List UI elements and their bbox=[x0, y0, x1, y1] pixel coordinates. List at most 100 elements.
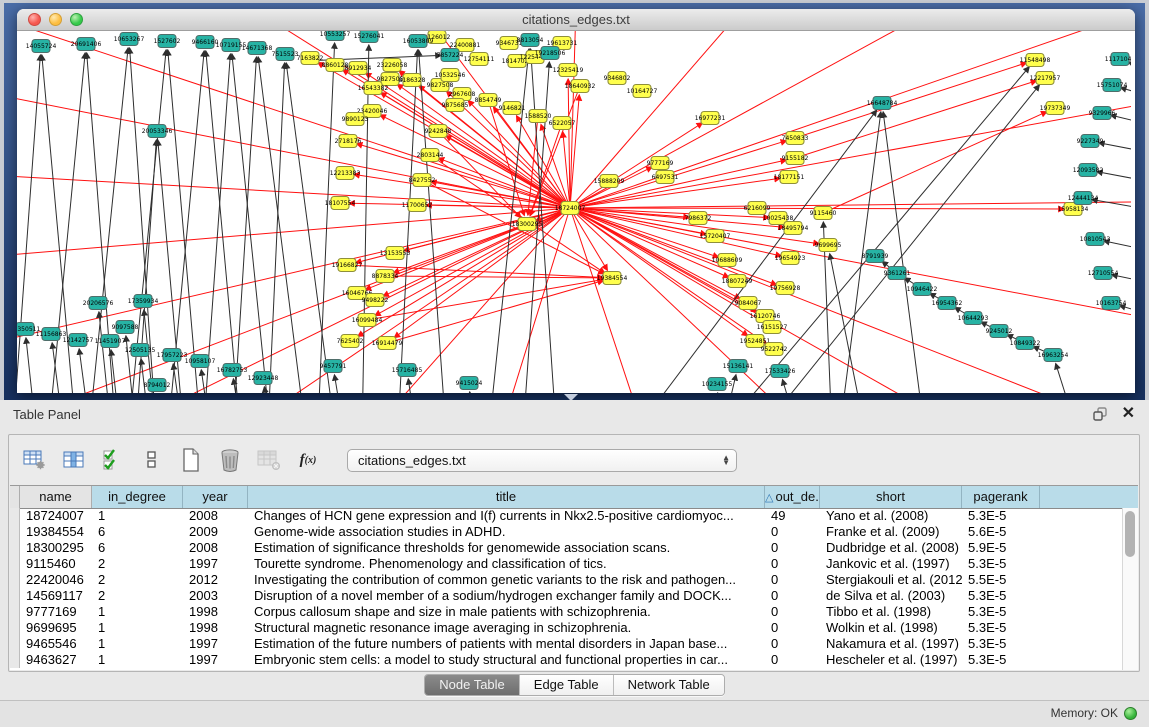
column-header-name[interactable]: name bbox=[20, 486, 92, 508]
table-cell-short[interactable]: Franke et al. (2009) bbox=[820, 524, 962, 540]
graph-edge[interactable] bbox=[570, 208, 777, 285]
graph-edge[interactable] bbox=[232, 57, 256, 393]
graph-node[interactable]: 6522057 bbox=[549, 117, 576, 130]
graph-node[interactable]: 15276041 bbox=[354, 31, 385, 43]
table-cell-out_degree[interactable]: 0 bbox=[765, 588, 820, 604]
graph-node[interactable]: 11451907 bbox=[95, 335, 126, 348]
tab-edge-table[interactable]: Edge Table bbox=[520, 675, 614, 695]
float-panel-icon[interactable] bbox=[1093, 407, 1108, 421]
graph-node[interactable]: 19654923 bbox=[775, 252, 806, 265]
table-cell-pagerank[interactable]: 5.3E-5 bbox=[962, 652, 1040, 668]
graph-node[interactable]: 9699695 bbox=[815, 239, 842, 252]
graph-node[interactable]: 9777169 bbox=[647, 157, 674, 170]
table-cell-year[interactable]: 2009 bbox=[183, 524, 248, 540]
column-header-pagerank[interactable]: pagerank bbox=[962, 486, 1040, 508]
graph-node[interactable]: 11171044 bbox=[1105, 53, 1131, 66]
table-cell-out_degree[interactable]: 49 bbox=[765, 508, 820, 524]
table-row[interactable]: 911546021997Tourette syndrome. Phenomeno… bbox=[10, 556, 1138, 572]
column-header-out_degree[interactable]: △out_de... bbox=[765, 486, 820, 508]
graph-edge[interactable] bbox=[795, 81, 1036, 158]
table-cell-year[interactable]: 2008 bbox=[183, 540, 248, 556]
table-cell-in_degree[interactable]: 2 bbox=[92, 572, 183, 588]
graph-node[interactable]: 8854749 bbox=[475, 94, 502, 107]
graph-edge[interactable] bbox=[17, 55, 40, 393]
tab-network-table[interactable]: Network Table bbox=[614, 675, 724, 695]
graph-node[interactable]: 16914479 bbox=[372, 337, 403, 350]
table-cell-short[interactable]: Yano et al. (2008) bbox=[820, 508, 962, 524]
table-cell-title[interactable]: Investigating the contribution of common… bbox=[248, 572, 765, 588]
network-view-window[interactable]: citations_edges.txt 18724007193845541830… bbox=[17, 9, 1135, 393]
window-titlebar[interactable]: citations_edges.txt bbox=[17, 9, 1135, 31]
graph-node[interactable]: 10163754 bbox=[1096, 297, 1127, 310]
network-graph[interactable]: 1872400719384554183002957163822886012889… bbox=[17, 31, 1131, 393]
table-cell-in_degree[interactable]: 1 bbox=[92, 652, 183, 668]
table-cell-pagerank[interactable]: 5.3E-5 bbox=[962, 604, 1040, 620]
graph-edge[interactable] bbox=[17, 208, 570, 261]
table-cell-year[interactable]: 2012 bbox=[183, 572, 248, 588]
graph-node[interactable]: 11548498 bbox=[1020, 54, 1051, 67]
graph-edge[interactable] bbox=[130, 48, 157, 393]
graph-node[interactable]: 8791939 bbox=[862, 250, 889, 263]
table-cell-out_degree[interactable]: 0 bbox=[765, 604, 820, 620]
table-cell-in_degree[interactable]: 6 bbox=[92, 540, 183, 556]
graph-edge[interactable] bbox=[168, 50, 202, 393]
table-cell-title[interactable]: Changes of HCN gene expression and I(f) … bbox=[248, 508, 765, 524]
graph-node[interactable]: 8912934 bbox=[345, 62, 372, 75]
table-row[interactable]: 977716911998Corpus callosum shape and si… bbox=[10, 604, 1138, 620]
table-cell-in_degree[interactable]: 6 bbox=[92, 524, 183, 540]
table-cell-short[interactable]: de Silva et al. (2003) bbox=[820, 588, 962, 604]
table-cell-name[interactable]: 9463627 bbox=[20, 652, 92, 668]
graph-node[interactable]: 2718176 bbox=[335, 135, 362, 148]
table-cell-out_degree[interactable]: 0 bbox=[765, 556, 820, 572]
table-row[interactable]: 1872400712008Changes of HCN gene express… bbox=[10, 508, 1138, 524]
graph-node[interactable]: 14055724 bbox=[26, 40, 57, 53]
table-cell-short[interactable]: Stergiakouli et al. (2012) bbox=[820, 572, 962, 588]
table-cell-in_degree[interactable]: 2 bbox=[92, 556, 183, 572]
table-row[interactable]: 1456911722003Disruption of a novel membe… bbox=[10, 588, 1138, 604]
table-cell-title[interactable]: Genome-wide association studies in ADHD. bbox=[248, 524, 765, 540]
table-cell-year[interactable]: 2008 bbox=[183, 508, 248, 524]
graph-node[interactable]: 15136141 bbox=[723, 360, 754, 373]
graph-edge[interactable] bbox=[438, 131, 521, 217]
graph-node[interactable]: 1588520 bbox=[525, 110, 552, 123]
graph-node[interactable]: 9097588 bbox=[112, 321, 139, 334]
table-cell-name[interactable]: 22420046 bbox=[20, 572, 92, 588]
graph-node[interactable]: 10234155 bbox=[702, 378, 733, 391]
table-cell-in_degree[interactable]: 1 bbox=[92, 636, 183, 652]
graph-edge[interactable] bbox=[570, 31, 967, 208]
graph-edge[interactable] bbox=[317, 43, 335, 393]
graph-node[interactable]: 17957223 bbox=[157, 349, 188, 362]
graph-edge[interactable] bbox=[380, 115, 570, 208]
graph-edge[interactable] bbox=[394, 208, 570, 338]
table-cell-year[interactable]: 1998 bbox=[183, 604, 248, 620]
graph-edge[interactable] bbox=[354, 174, 570, 208]
graph-node[interactable]: 18177151 bbox=[774, 171, 805, 184]
table-cell-pagerank[interactable]: 5.3E-5 bbox=[962, 620, 1040, 636]
table-cell-short[interactable]: Dudbridge et al. (2008) bbox=[820, 540, 962, 556]
table-cell-name[interactable]: 14569117 bbox=[20, 588, 92, 604]
graph-node[interactable]: 15720407 bbox=[700, 230, 731, 243]
table-cell-out_degree[interactable]: 0 bbox=[765, 636, 820, 652]
graph-node[interactable]: 9415024 bbox=[456, 377, 483, 390]
graph-node[interactable]: 6216099 bbox=[744, 202, 771, 215]
graph-node[interactable]: 2803144 bbox=[417, 149, 444, 162]
graph-edge[interactable] bbox=[52, 343, 65, 393]
graph-node[interactable]: 8794012 bbox=[144, 379, 171, 392]
graph-edge[interactable] bbox=[232, 54, 272, 393]
graph-node[interactable]: 10946422 bbox=[907, 283, 938, 296]
graph-node[interactable]: 10653267 bbox=[114, 33, 145, 46]
graph-node[interactable]: 9466160 bbox=[192, 36, 219, 49]
graph-node[interactable]: 10958107 bbox=[185, 355, 216, 368]
graph-node[interactable]: 10553257 bbox=[320, 31, 351, 41]
table-cell-title[interactable]: Disruption of a novel member of a sodium… bbox=[248, 588, 765, 604]
graph-edge[interactable] bbox=[404, 208, 570, 251]
table-vertical-scrollbar[interactable] bbox=[1122, 508, 1138, 670]
graph-node[interactable]: 9242848 bbox=[425, 125, 452, 138]
graph-edge[interactable] bbox=[570, 208, 781, 256]
column-header-title[interactable]: title bbox=[248, 486, 765, 508]
scrollbar-thumb[interactable] bbox=[1125, 511, 1135, 557]
table-cell-out_degree[interactable]: 0 bbox=[765, 620, 820, 636]
graph-edge[interactable] bbox=[570, 201, 1131, 208]
graph-edge[interactable] bbox=[303, 55, 441, 61]
table-cell-name[interactable]: 9777169 bbox=[20, 604, 92, 620]
